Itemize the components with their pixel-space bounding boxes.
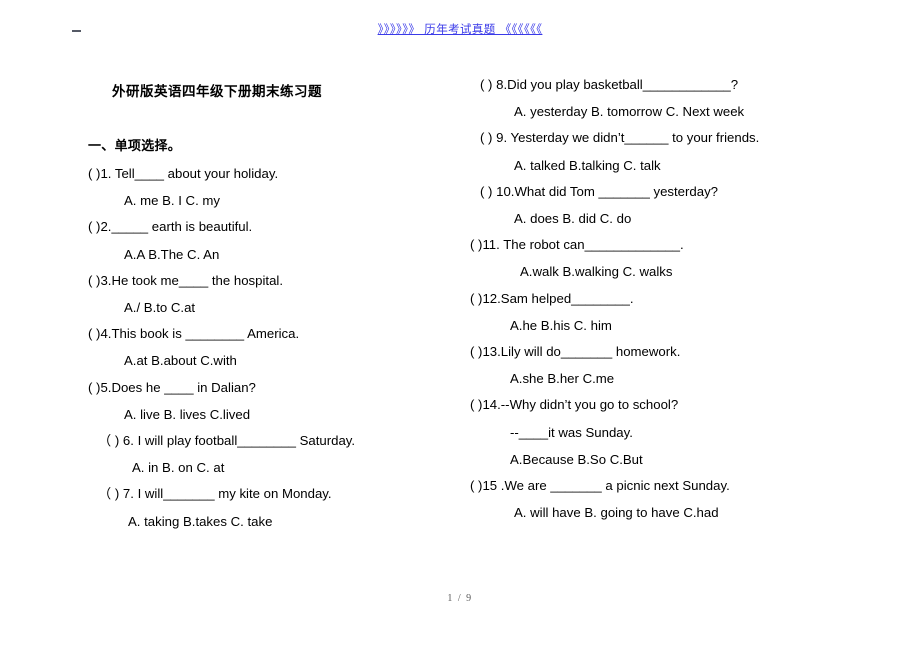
question-item: （ ) 7. I will_______ my kite on Monday. … [88,486,470,529]
question-item: ( )13.Lily will do_______ homework. A.sh… [470,344,890,387]
left-column: 外研版英语四年级下册期末练习题 一、单项选择。 ( )1. Tell____ a… [88,56,470,528]
page-number: 1 / 9 [447,593,473,604]
question-options: A. live B. lives C.lived [124,406,251,422]
question-prompt: ( )13.Lily will do_______ homework. [470,344,681,360]
question-prompt: （ ) 7. I will_______ my kite on Monday. [98,486,332,502]
question-prompt: ( )3.He took me____ the hospital. [88,272,283,288]
document-body: 外研版英语四年级下册期末练习题 一、单项选择。 ( )1. Tell____ a… [0,56,920,586]
question-options: A.she B.her C.me [510,371,615,387]
question-sub-prompt: --____it was Sunday. [510,424,633,440]
question-prompt: ( ) 9. Yesterday we didn’t______ to your… [480,130,760,146]
question-prompt: ( )15 .We are _______ a picnic next Sund… [470,478,730,494]
question-prompt: ( )4.This book is ________ America. [88,326,300,342]
question-item: ( ) 10.What did Tom _______ yesterday? A… [470,183,890,227]
question-prompt: ( )1. Tell____ about your holiday. [88,166,279,181]
page-footer: 1 / 9 [0,588,920,606]
banner-link[interactable]: 》》》》》》 历年考试真题 《《《《《《 [0,21,920,37]
question-options: A.walk B.walking C. walks [520,264,673,280]
question-item: ( )3.He took me____ the hospital. A./ B.… [88,272,470,316]
question-item: （ ) 6. I will play football________ Satu… [88,433,470,476]
question-options: A. will have B. going to have C.had [514,505,719,521]
question-prompt: ( )11. The robot can_____________. [470,237,684,253]
question-options: A.he B.his C. him [510,317,612,333]
question-options: A./ B.to C.at [124,300,196,316]
question-item: ( )5.Does he ____ in Dalian? A. live B. … [88,379,470,422]
question-options: A. me B. I C. my [124,193,220,209]
question-item: ( ) 9. Yesterday we didn’t______ to your… [470,130,890,173]
question-options: A. taking B.takes C. take [128,513,273,529]
question-item: ( )4.This book is ________ America. A.at… [88,326,470,369]
page-title: 外研版英语四年级下册期末练习题 [112,84,322,100]
question-options: A.at B.about C.with [124,353,237,369]
question-options: A.A B.The C. An [124,246,220,262]
question-prompt: ( )14.--Why didn’t you go to school? [470,397,679,413]
section-heading-multiple-choice: 一、单项选择。 [88,139,182,154]
question-options: A. in B. on C. at [132,460,225,476]
question-prompt: ( ) 10.What did Tom _______ yesterday? [480,183,718,199]
question-options: A. talked B.talking C. talk [514,157,661,173]
question-prompt: ( )12.Sam helped________. [470,290,634,306]
question-options: A. does B. did C. do [514,211,632,227]
question-item: ( )1. Tell____ about your holiday. A. me… [88,166,470,209]
page-header: 》》》》》》 历年考试真题 《《《《《《 [0,0,920,56]
question-options: A. yesterday B. tomorrow C. Next week [514,104,745,120]
question-item: ( )11. The robot can_____________. A.wal… [470,237,890,280]
question-prompt: ( ) 8.Did you play basketball___________… [480,77,739,92]
question-item: ( )14.--Why didn’t you go to school? --_… [470,398,890,466]
question-options: A.Because B.So C.But [510,451,643,467]
question-prompt: （ ) 6. I will play football________ Satu… [98,433,356,449]
question-item: ( )12.Sam helped________. A.he B.his C. … [470,290,890,333]
question-prompt: ( )5.Does he ____ in Dalian? [88,379,256,395]
question-prompt: ( )2._____ earth is beautiful. [88,219,253,235]
right-column: ( ) 8.Did you play basketball___________… [470,56,890,521]
question-item: ( )15 .We are _______ a picnic next Sund… [470,478,890,521]
question-item: ( ) 8.Did you play basketball___________… [470,77,890,120]
question-item: ( )2._____ earth is beautiful. A.A B.The… [88,219,470,262]
